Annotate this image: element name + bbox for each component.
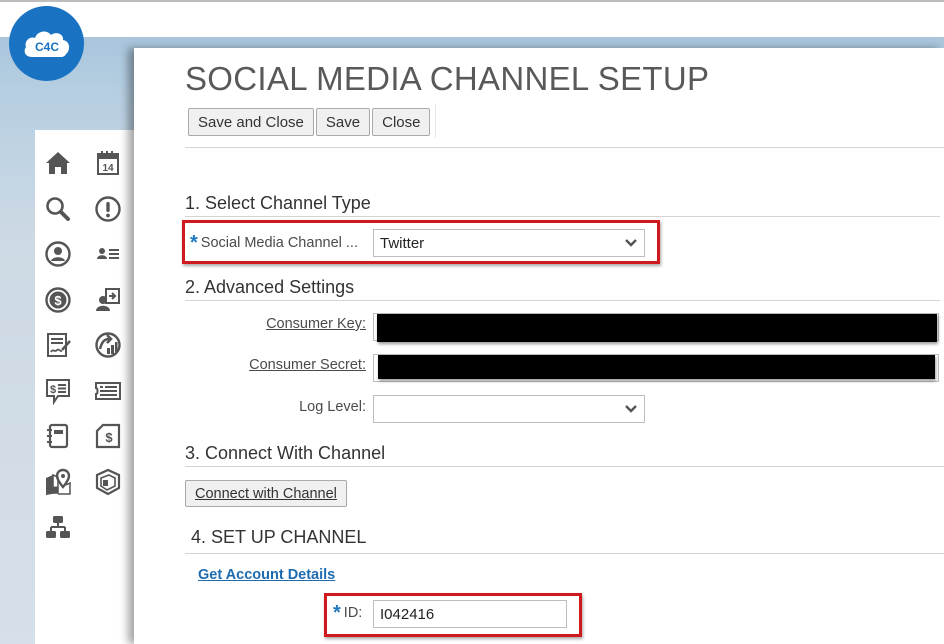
calendar-icon[interactable]: 14 [93, 148, 123, 178]
save-button[interactable]: Save [315, 108, 371, 136]
section-2-divider [185, 300, 940, 301]
section-4-divider [185, 553, 944, 554]
required-marker: * [333, 602, 341, 624]
connect-with-channel-button[interactable]: Connect with Channel [185, 480, 347, 507]
section-4-title: 4. SET UP CHANNEL [191, 527, 367, 547]
section-1-title: 1. Select Channel Type [185, 193, 371, 213]
page-title: SOCIAL MEDIA CHANNEL SETUP [185, 60, 710, 97]
section-3-divider [185, 466, 944, 467]
home-icon[interactable] [43, 148, 73, 178]
save-and-close-button[interactable]: Save and Close [188, 108, 314, 136]
social-media-channel-label-text: Social Media Channel ... [200, 235, 358, 251]
id-label-text: ID: [343, 605, 363, 621]
quote-chat-icon[interactable]: $ [43, 376, 73, 406]
svg-text:$: $ [54, 293, 62, 308]
org-chart-icon[interactable] [43, 512, 73, 542]
section-2-title: 2. Advanced Settings [185, 277, 355, 297]
social-media-channel-label: * Social Media Channel ... [190, 230, 358, 254]
required-marker: * [190, 232, 198, 254]
toolbar-divider [185, 147, 944, 148]
section-3-title: 3. Connect With Channel [185, 443, 386, 463]
ticket-list-icon[interactable] [93, 376, 123, 406]
get-account-details-link[interactable]: Get Account Details [198, 567, 335, 583]
sidebar: 14 $ $ $ [35, 130, 134, 644]
close-button[interactable]: Close [372, 108, 431, 136]
user-transfer-icon[interactable] [93, 285, 123, 315]
consumer-secret-redaction [378, 355, 935, 379]
svg-text:$: $ [105, 430, 113, 445]
svg-text:$: $ [50, 384, 56, 396]
alert-icon[interactable] [93, 194, 123, 224]
invoice-icon[interactable]: $ [93, 421, 123, 451]
svg-text:C4C: C4C [34, 40, 58, 54]
consumer-key-redaction [377, 314, 937, 342]
growth-chart-icon[interactable] [93, 330, 123, 360]
social-media-channel-value: Twitter [380, 234, 425, 252]
svg-text:14: 14 [102, 163, 114, 174]
contacts-list-icon[interactable] [93, 239, 123, 269]
main-panel: SOCIAL MEDIA CHANNEL SETUP Save and Clos… [134, 48, 944, 644]
map-pin-icon[interactable] [43, 467, 73, 497]
id-input[interactable]: I042416 [373, 600, 567, 628]
toolbar-separator [435, 104, 436, 138]
log-level-label: Log Level: [299, 399, 366, 415]
dollar-icon[interactable]: $ [43, 285, 73, 315]
id-label: * ID: [333, 600, 363, 624]
user-icon[interactable] [43, 239, 73, 269]
log-level-select[interactable] [373, 395, 645, 423]
cloud-logo-icon: C4C [24, 30, 69, 57]
chevron-down-icon [625, 405, 637, 413]
consumer-key-label[interactable]: Consumer Key: [266, 316, 366, 332]
product-box-icon[interactable] [93, 467, 123, 497]
toolbar: Save and Close Save Close [188, 108, 431, 136]
social-media-channel-select[interactable]: Twitter [373, 229, 645, 257]
top-strip [0, 0, 944, 37]
chevron-down-icon [625, 239, 637, 247]
notebook-icon[interactable] [43, 421, 73, 451]
section-1-divider [185, 216, 940, 217]
consumer-secret-label[interactable]: Consumer Secret: [249, 357, 366, 373]
id-value: I042416 [380, 605, 435, 623]
search-icon[interactable] [43, 194, 73, 224]
c4c-logo[interactable]: C4C [9, 6, 84, 81]
sidebar-icon-grid: 14 $ $ $ [43, 148, 143, 558]
signed-document-icon[interactable] [43, 330, 73, 360]
